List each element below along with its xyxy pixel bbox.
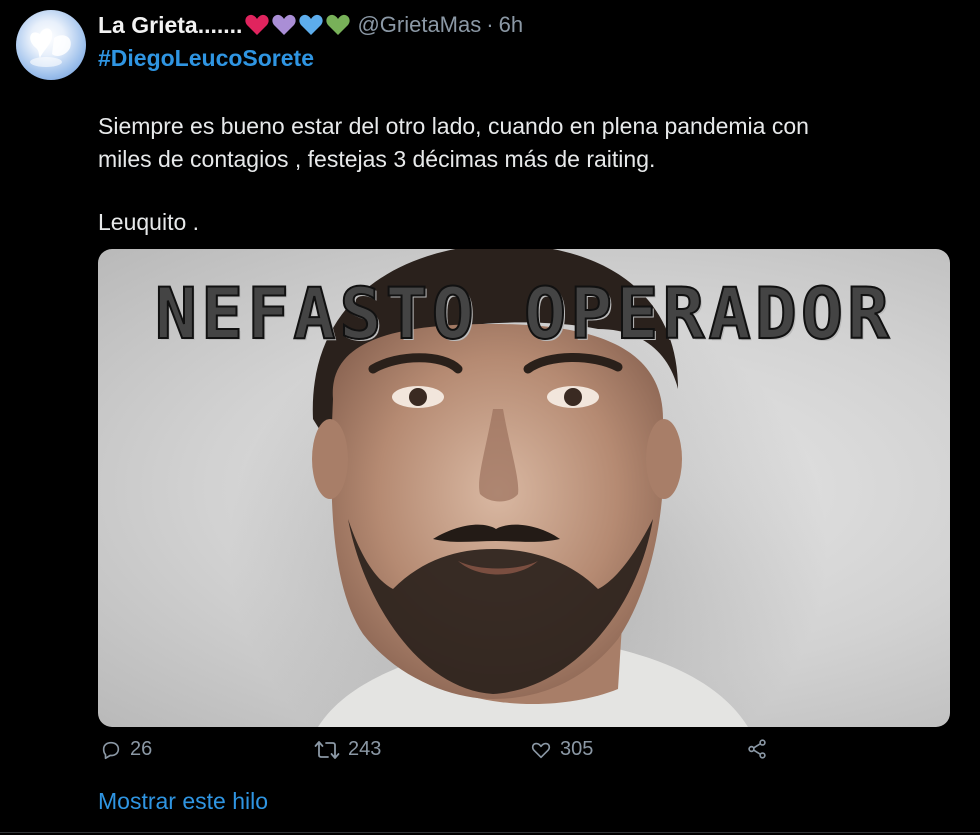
- name-emojis: [244, 13, 351, 37]
- tweet-text-line: Siempre es bueno estar del otro lado, cu…: [98, 113, 809, 139]
- image-overlay-text: NEFASTO OPERADOR: [154, 273, 894, 355]
- avatar[interactable]: [16, 10, 86, 80]
- retweet-icon: [314, 740, 340, 759]
- share-button[interactable]: [746, 738, 768, 760]
- tweet-text: Siempre es bueno estar del otro lado, cu…: [98, 110, 938, 176]
- reply-count: 26: [130, 738, 153, 760]
- display-name[interactable]: La Grieta.......: [98, 12, 242, 39]
- divider: [0, 832, 980, 833]
- green-heart-icon: [326, 14, 351, 35]
- separator-dot: ·: [486, 12, 494, 37]
- like-count: 305: [560, 738, 594, 760]
- tweet-signature: Leuquito .: [98, 209, 200, 235]
- hashtag-link[interactable]: #DiegoLeucoSorete: [98, 45, 314, 72]
- dove-heart-icon: [30, 28, 71, 67]
- share-icon: [748, 739, 766, 759]
- like-button[interactable]: 305: [530, 738, 593, 761]
- tweet-text-line: miles de contagios , festejas 3 décimas …: [98, 146, 656, 172]
- show-thread-link[interactable]: Mostrar este hilo: [98, 788, 268, 815]
- heart-outline-icon: [531, 742, 551, 758]
- reply-button[interactable]: 26: [100, 738, 152, 761]
- retweet-count: 243: [348, 738, 382, 760]
- tweet-header: La Grieta....... @GrietaMas · 6h: [98, 8, 523, 42]
- blue-heart-icon: [299, 14, 324, 35]
- timestamp[interactable]: 6h: [499, 12, 523, 38]
- tweet-image[interactable]: NEFASTO OPERADOR: [98, 249, 950, 727]
- reply-icon: [102, 741, 120, 759]
- tweet-actions: 26 243 305: [98, 738, 950, 770]
- retweet-button[interactable]: 243: [314, 738, 381, 761]
- user-handle[interactable]: @GrietaMas: [357, 12, 481, 38]
- red-heart-icon: [245, 14, 270, 35]
- purple-heart-icon: [272, 14, 297, 35]
